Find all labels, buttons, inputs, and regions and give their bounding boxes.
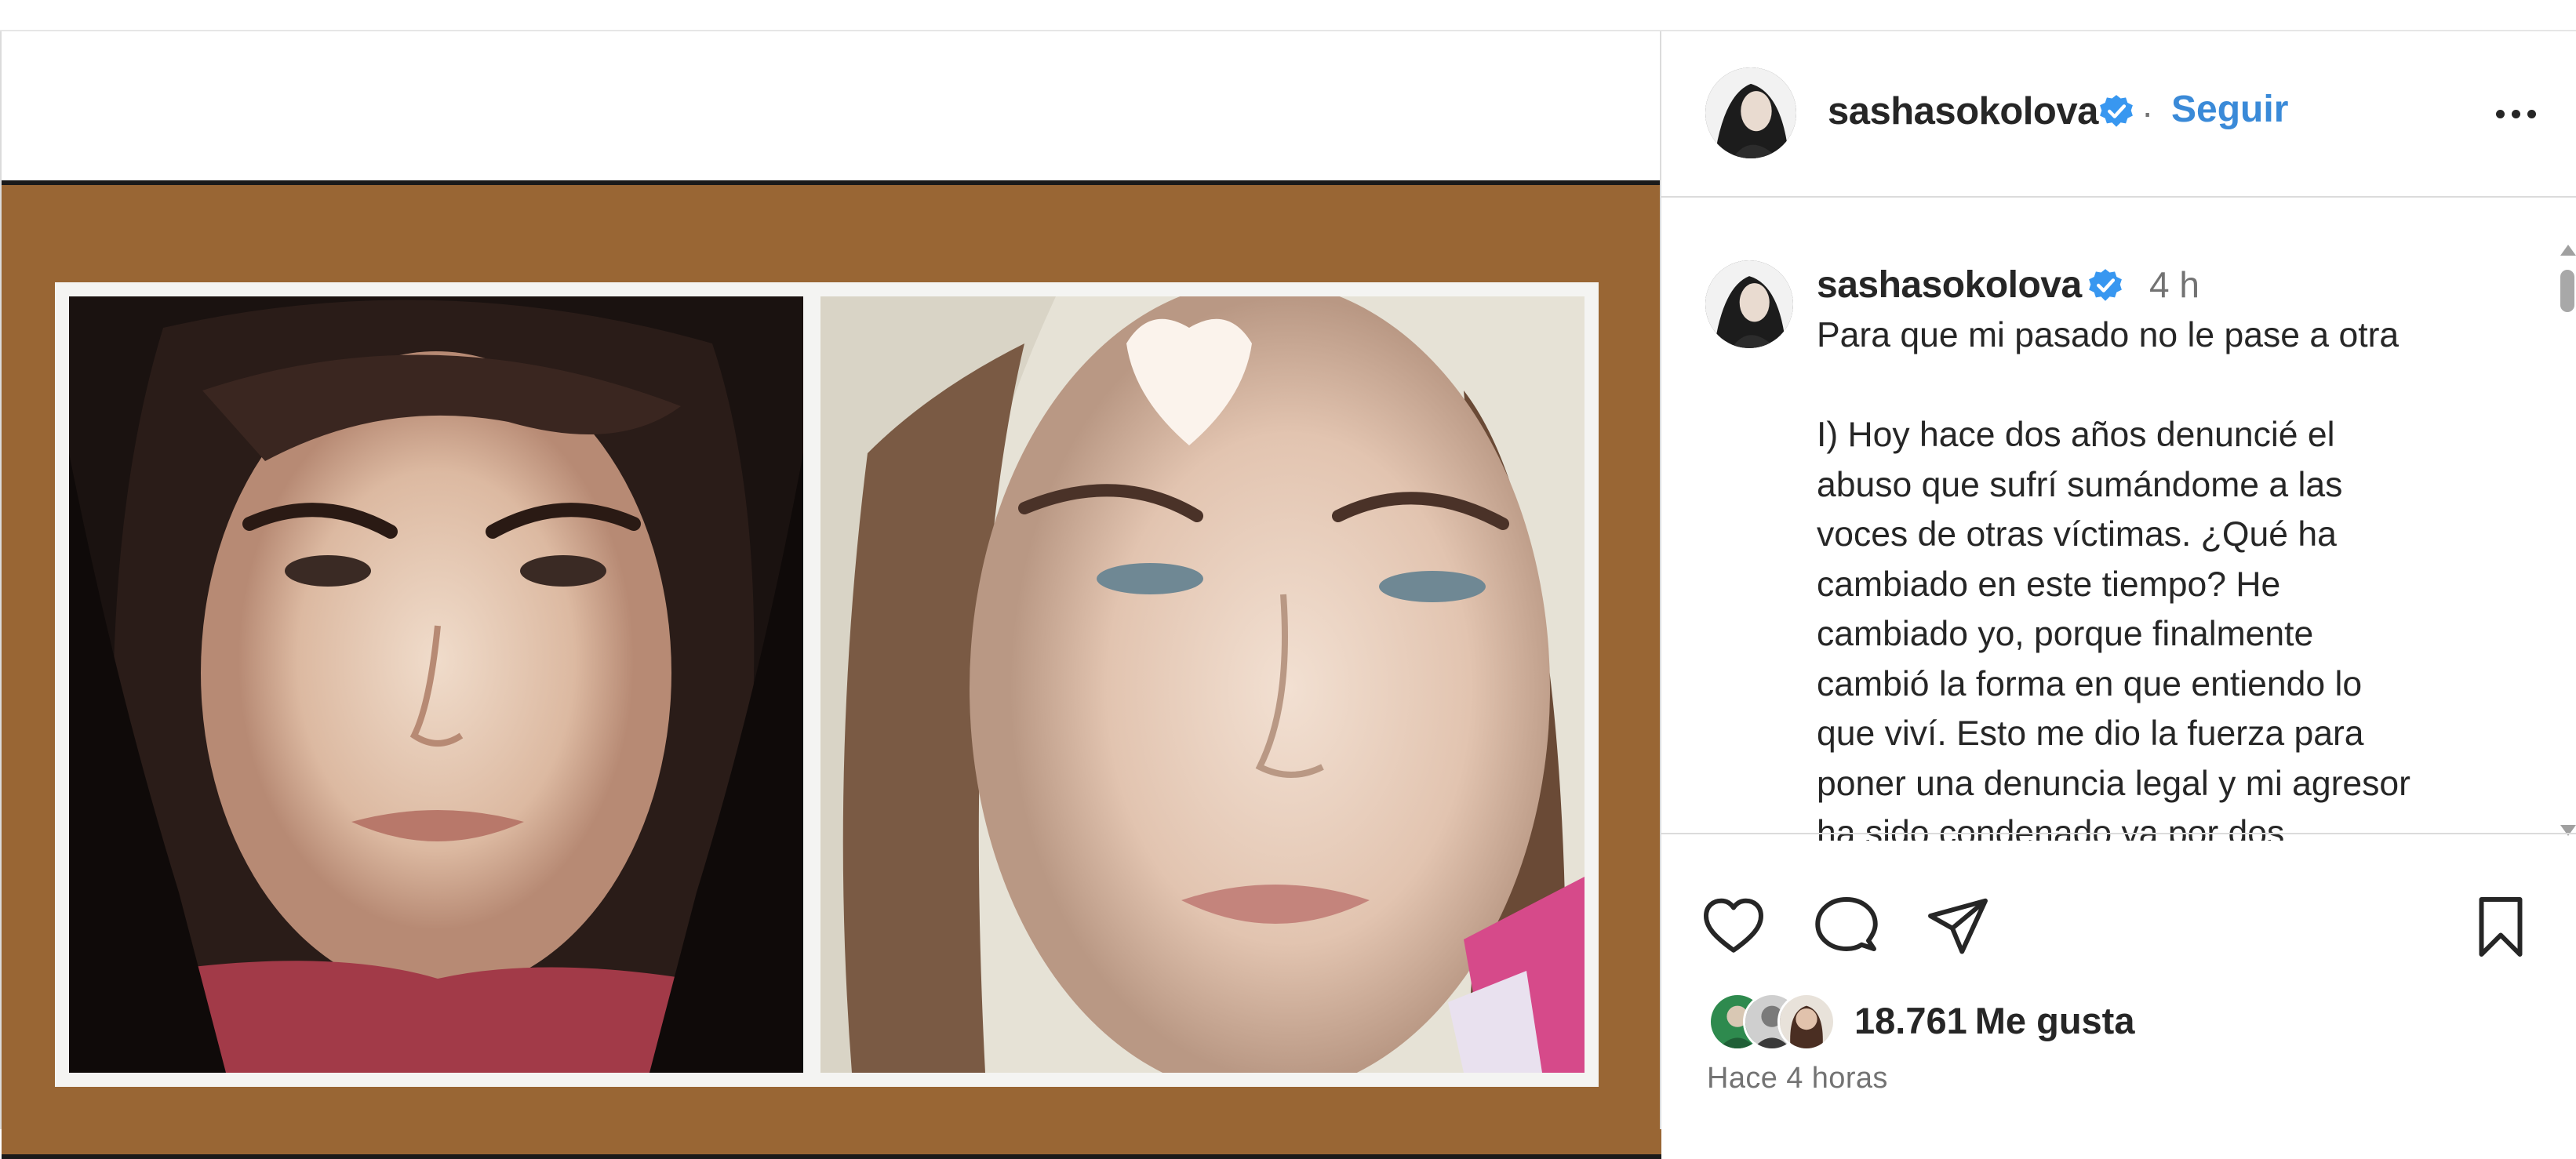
liker-avatar bbox=[1777, 993, 1836, 1051]
caption-line: cambió la forma en que entiendo lo bbox=[1817, 664, 2363, 703]
bookmark-outline-icon[interactable] bbox=[2468, 894, 2534, 960]
likes-number: 18.761 bbox=[1854, 1000, 1967, 1041]
caption-username[interactable]: sashasokolova bbox=[1817, 263, 2082, 307]
likes-label: Me gusta bbox=[1974, 1000, 2135, 1041]
verified-badge-icon bbox=[2099, 94, 2134, 129]
follow-button[interactable]: Seguir bbox=[2171, 88, 2288, 131]
more-options-icon[interactable] bbox=[2480, 78, 2551, 149]
likes-count[interactable]: 18.761 Me gusta bbox=[1854, 999, 2134, 1042]
caption-line: poner una denuncia legal y mi agresor bbox=[1817, 764, 2410, 803]
browser-top-strip bbox=[0, 0, 2576, 31]
caption-timestamp[interactable]: 4 h bbox=[2149, 263, 2199, 306]
caption-line: que viví. Esto me dio la fuerza para bbox=[1817, 714, 2364, 753]
liker-avatars[interactable] bbox=[1708, 993, 1865, 1051]
caption-line: cambiado en este tiempo? He bbox=[1817, 565, 2281, 604]
post-media-panel bbox=[0, 31, 1661, 1159]
caption-line: abuso que sufrí sumándome a las bbox=[1817, 465, 2343, 504]
caption-blank-line bbox=[1817, 361, 2507, 411]
post-header: sashasokolova · Seguir bbox=[1661, 31, 2576, 198]
photo-adult-portrait bbox=[820, 296, 1585, 1073]
post-side-panel: sashasokolova · Seguir sashasokolova 4 h… bbox=[1660, 31, 2576, 1129]
caption-text: Para que mi pasado no le pase a otra I) … bbox=[1817, 311, 2507, 841]
post-actions: 18.761 Me gusta Hace 4 horas bbox=[1661, 833, 2576, 1131]
caption-area[interactable]: sashasokolova 4 h Para que mi pasado no … bbox=[1661, 198, 2576, 841]
scroll-up-arrow-icon[interactable] bbox=[2560, 245, 2576, 256]
caption-line: cambiado yo, porque finalmente bbox=[1817, 615, 2314, 653]
paper-plane-icon[interactable] bbox=[1925, 894, 1991, 960]
comment-bubble-icon[interactable] bbox=[1814, 894, 1879, 960]
separator-dot: · bbox=[2141, 92, 2154, 133]
verified-badge-icon bbox=[2088, 268, 2123, 303]
post-timestamp[interactable]: Hace 4 horas bbox=[1707, 1062, 1888, 1095]
caption-scrollbar[interactable] bbox=[2556, 198, 2576, 841]
caption-line: voces de otras víctimas. ¿Qué ha bbox=[1817, 515, 2337, 554]
photo-young-portrait bbox=[69, 296, 803, 1073]
caption-author-avatar[interactable] bbox=[1705, 260, 1793, 348]
author-username[interactable]: sashasokolova bbox=[1828, 89, 2098, 133]
author-avatar[interactable] bbox=[1705, 67, 1796, 158]
caption-line: I) Hoy hace dos años denuncié el bbox=[1817, 416, 2335, 454]
scrollbar-thumb[interactable] bbox=[2560, 270, 2574, 312]
photo-collage bbox=[55, 282, 1599, 1087]
heart-outline-icon[interactable] bbox=[1701, 894, 1766, 960]
post-image-frame bbox=[2, 180, 1661, 1159]
caption-line: Para que mi pasado no le pase a otra bbox=[1817, 316, 2400, 354]
